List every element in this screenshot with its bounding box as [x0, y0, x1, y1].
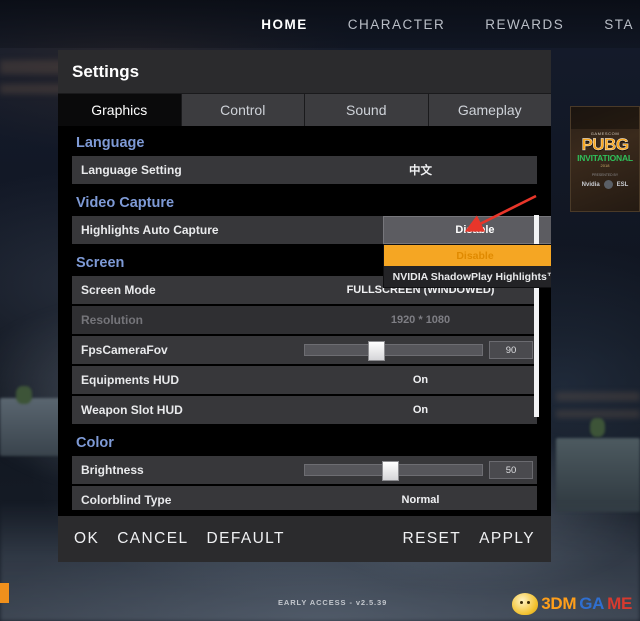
early-access-version: EARLY ACCESS - v2.5.39 — [278, 598, 388, 607]
setting-label: Screen Mode — [81, 283, 156, 297]
slider-container: 90 — [304, 341, 537, 361]
setting-value[interactable]: Normal — [304, 494, 537, 506]
banner-image-top — [571, 107, 639, 129]
setting-label: Weapon Slot HUD — [81, 403, 183, 417]
setting-label: Equipments HUD — [81, 373, 180, 387]
setting-label: FpsCameraFov — [81, 343, 168, 357]
slider-handle[interactable] — [367, 341, 385, 361]
fpscamerafov-slider[interactable] — [304, 341, 483, 361]
settings-scroll-area: Language Language Setting 中文 Video Captu… — [58, 126, 551, 510]
top-navigation-bar: HOME CHARACTER REWARDS STA — [0, 0, 640, 48]
setting-value[interactable]: 中文 — [304, 162, 537, 178]
scene-beam — [556, 410, 640, 418]
scene-grenade — [16, 386, 32, 404]
nav-item-character[interactable]: CHARACTER — [348, 17, 446, 32]
group-heading-language: Language — [76, 135, 145, 151]
highlights-auto-capture-dropdown[interactable]: Disable NVIDIA ShadowPlay Highlights™ — [383, 244, 551, 288]
scene-grenade — [590, 418, 605, 437]
settings-dialog: Settings Graphics Control Sound Gameplay… — [58, 50, 551, 562]
setting-label: Resolution — [81, 313, 143, 327]
banner-subtitle: INVITATIONAL — [577, 153, 633, 163]
chicken-mascot-icon — [512, 593, 539, 615]
esl-logo-label: ESL — [616, 181, 629, 188]
default-button[interactable]: DEFAULT — [206, 530, 284, 548]
watermark-text-ga: GA — [579, 594, 605, 613]
settings-footer-buttons: OK CANCEL DEFAULT RESET APPLY — [58, 510, 551, 562]
group-heading-video-capture: Video Capture — [76, 195, 175, 211]
ok-button[interactable]: OK — [74, 530, 99, 548]
banner-presented-by: PRESENTED BY — [591, 173, 619, 178]
setting-row-colorblind-type[interactable]: Colorblind Type Normal — [72, 486, 537, 510]
reset-button[interactable]: RESET — [402, 530, 461, 548]
pubg-invitational-banner[interactable]: GAMESCOM PUBG INVITATIONAL 2018 PRESENTE… — [570, 106, 640, 212]
footer-left-button-group: OK CANCEL DEFAULT — [74, 530, 285, 548]
setting-label: Highlights Auto Capture — [81, 223, 219, 237]
brightness-value[interactable]: 50 — [489, 461, 533, 479]
dropdown-option-nvidia-shadowplay[interactable]: NVIDIA ShadowPlay Highlights™ — [384, 266, 551, 287]
scene-crate — [0, 398, 66, 456]
setting-value: 1920 * 1080 — [390, 314, 451, 326]
setting-row-resolution: Resolution 1920 * 1080 — [72, 306, 537, 334]
nav-item-home[interactable]: HOME — [261, 17, 308, 32]
setting-label: Language Setting — [81, 163, 182, 177]
setting-label: Brightness — [81, 463, 144, 477]
banner-title: PUBG — [581, 135, 629, 154]
tab-graphics[interactable]: Graphics — [58, 94, 182, 126]
3dmgame-watermark: 3DM GA ME — [512, 593, 632, 615]
setting-value[interactable]: On — [304, 404, 537, 416]
cancel-button[interactable]: CANCEL — [117, 530, 188, 548]
fpscamerafov-value[interactable]: 90 — [489, 341, 533, 359]
nav-item-rewards[interactable]: REWARDS — [485, 17, 564, 32]
dropdown-trigger[interactable]: Disable — [383, 216, 551, 244]
group-heading-color: Color — [76, 435, 114, 451]
setting-row-language-setting[interactable]: Language Setting 中文 — [72, 156, 537, 184]
setting-row-fpscamerafov[interactable]: FpsCameraFov 90 — [72, 336, 537, 364]
dropdown-option-disable[interactable]: Disable — [384, 245, 551, 266]
setting-value[interactable]: On — [304, 374, 537, 386]
brightness-slider[interactable] — [304, 461, 483, 481]
tab-sound[interactable]: Sound — [305, 94, 429, 126]
settings-scrollbar-track[interactable] — [534, 132, 545, 504]
setting-row-brightness[interactable]: Brightness 50 — [72, 456, 537, 484]
esl-logo-icon — [603, 180, 613, 190]
watermark-text-3dm: 3DM — [541, 594, 577, 613]
footer-right-button-group: RESET APPLY — [402, 530, 535, 548]
banner-sponsor-logos: Nvidia ESL — [571, 180, 639, 190]
banner-year: 2018 — [600, 163, 610, 169]
slider-container: 50 — [304, 461, 537, 481]
setting-row-equipments-hud[interactable]: Equipments HUD On — [72, 366, 537, 394]
tab-gameplay[interactable]: Gameplay — [428, 94, 551, 126]
page-title: Settings — [58, 50, 551, 94]
left-edge-tab[interactable] — [0, 583, 9, 603]
setting-row-weapon-slot-hud[interactable]: Weapon Slot HUD On — [72, 396, 537, 424]
slider-handle[interactable] — [381, 461, 399, 481]
settings-tab-bar: Graphics Control Sound Gameplay — [58, 94, 551, 126]
tab-control[interactable]: Control — [181, 94, 305, 126]
nvidia-logo-icon: Nvidia — [581, 181, 600, 188]
watermark-text-me: ME — [607, 594, 632, 613]
setting-row-highlights-auto-capture[interactable]: Highlights Auto Capture Disable — [72, 216, 551, 244]
nav-item-store[interactable]: STA — [604, 17, 634, 32]
scene-beam — [556, 392, 640, 401]
apply-button[interactable]: APPLY — [479, 530, 535, 548]
setting-label: Colorblind Type — [81, 493, 172, 507]
